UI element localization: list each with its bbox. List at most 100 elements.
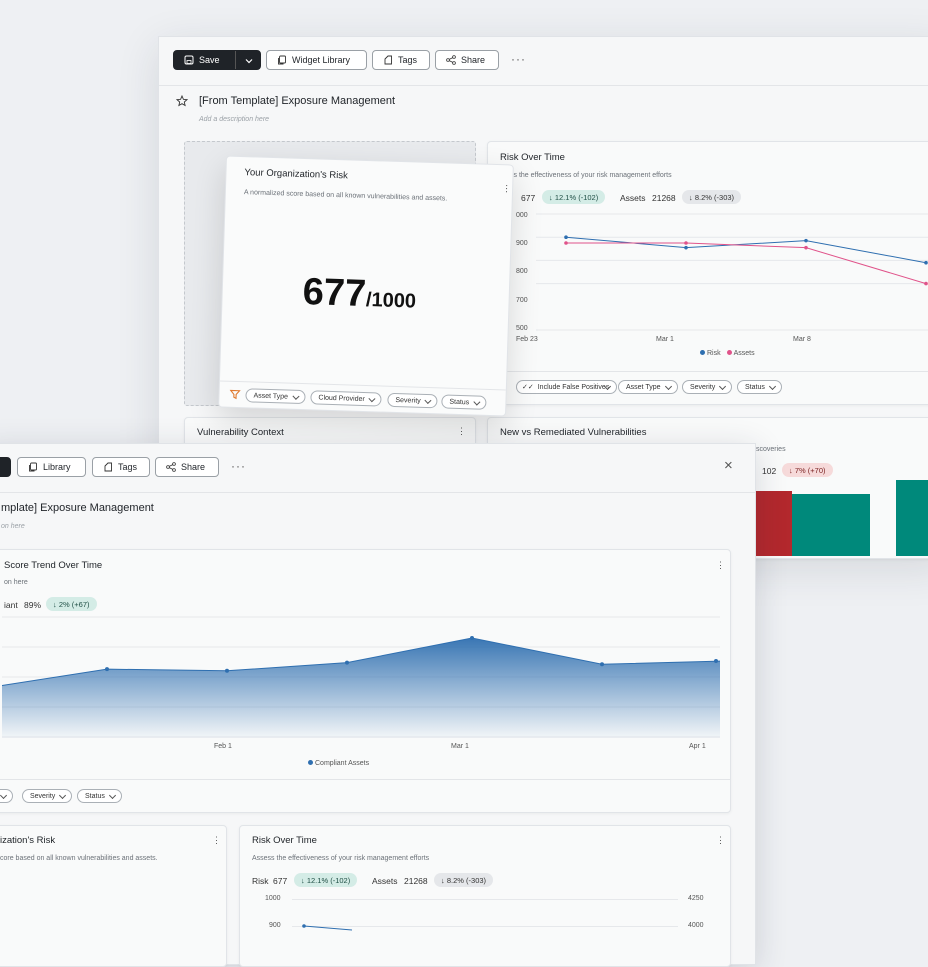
card-subtitle: core based on all known vulnerabilities … (0, 855, 158, 862)
dashboard-title[interactable]: mplate] Exposure Management (1, 502, 154, 514)
y-tick: 4250 (688, 895, 704, 902)
card-title: New vs Remediated Vulnerabilities (500, 427, 647, 438)
library-icon (278, 55, 286, 65)
area-fill (2, 638, 720, 738)
card-subtitle: ss the effectiveness of your risk manage… (510, 172, 672, 179)
share-button[interactable]: Share (435, 50, 499, 70)
y-tick: 500 (516, 325, 528, 332)
tag-icon (384, 55, 392, 65)
risk-value: 677 (521, 193, 536, 203)
risk-change-badge: ↓ 12.1% (-102) (542, 190, 606, 204)
save-dropdown-button[interactable] (0, 457, 11, 477)
more-options-icon[interactable]: ··· (511, 52, 526, 66)
divider (488, 371, 928, 372)
assets-change-text: 8.2% (-303) (694, 192, 735, 202)
data-point (804, 245, 808, 250)
front-toolbar: Library Tags Share ··· × (0, 444, 755, 493)
tags-button[interactable]: Tags (92, 457, 150, 477)
description-placeholder[interactable]: on here (1, 523, 25, 530)
library-label: Library (43, 462, 71, 472)
kebab-menu-icon[interactable]: ⋮ (212, 835, 221, 846)
card-subtitle: A normalized score based on all known vu… (243, 189, 448, 203)
more-options-icon[interactable]: ··· (231, 459, 246, 473)
y-tick: 1000 (265, 895, 281, 902)
y-tick: 800 (516, 268, 528, 275)
new-value: 102 (762, 466, 777, 476)
risk-change-text: 12.1% (-102) (554, 192, 599, 202)
data-point (564, 235, 568, 239)
severity-filter[interactable]: Severity (682, 380, 733, 394)
share-label: Share (181, 462, 206, 472)
share-button[interactable]: Share (155, 457, 219, 477)
risk-line-chart (536, 213, 928, 331)
asset-type-filter[interactable]: pe (0, 789, 13, 803)
kebab-menu-icon[interactable]: ⋮ (457, 426, 466, 437)
x-tick: Apr 1 (689, 743, 706, 750)
data-point (225, 668, 229, 673)
data-point (345, 660, 349, 665)
tags-label: Tags (398, 55, 418, 65)
split-divider (235, 51, 236, 69)
assets-change-text: 8.2% (-303) (446, 875, 487, 885)
data-point (600, 662, 604, 667)
y-tick: 900 (516, 240, 528, 247)
card-subtitle: on here (4, 579, 28, 586)
kebab-menu-icon[interactable]: ⋮ (716, 835, 725, 846)
widget-library-button[interactable]: Widget Library (266, 50, 367, 70)
risk-over-time-card: Risk Over Time ss the effectiveness of y… (487, 141, 928, 405)
dashboard-title[interactable]: [From Template] Exposure Management (199, 95, 395, 107)
severity-filter[interactable]: Severity (387, 392, 438, 409)
data-point (105, 667, 109, 672)
data-point (924, 260, 928, 265)
x-tick: Feb 1 (214, 743, 232, 750)
tags-button[interactable]: Tags (372, 50, 430, 70)
risk-score-value: 677 (302, 271, 367, 315)
tags-label: Tags (118, 462, 138, 472)
library-button[interactable]: Library (17, 457, 86, 477)
vulnerability-bar-chart (756, 480, 928, 556)
data-point (804, 238, 808, 243)
data-point (470, 636, 474, 640)
x-tick: Mar 8 (793, 336, 811, 343)
chevron-down-icon[interactable] (244, 56, 254, 66)
double-check-icon: ✓✓ (522, 384, 534, 391)
risk-change-badge: ↓ 12.1% (-102) (294, 873, 358, 887)
series-line-assets (566, 242, 927, 285)
assets-change-badge: ↓ 8.2% (-303) (434, 873, 494, 887)
kebab-menu-icon[interactable]: ⋮ (502, 183, 511, 194)
assets-label: Assets (372, 876, 398, 886)
card-subtitle: scoveries (756, 446, 786, 453)
risk-value: 677 (273, 876, 288, 886)
org-risk-card: ization's Risk ⋮ core based on all known… (0, 825, 227, 967)
include-false-positives-filter[interactable]: ✓✓ Include False Positives (516, 380, 618, 394)
status-filter[interactable]: Status (737, 380, 782, 394)
severity-filter[interactable]: Severity (22, 789, 73, 803)
status-filter[interactable]: Status (441, 394, 487, 410)
data-point (924, 281, 928, 286)
close-icon[interactable]: × (724, 457, 733, 474)
dragged-risk-card[interactable]: Your Organization's Risk ⋮ A normalized … (218, 155, 514, 417)
compliance-change-text: 2% (+67) (58, 599, 90, 609)
tag-icon (104, 462, 112, 472)
save-button[interactable]: Save (173, 50, 261, 70)
asset-type-filter[interactable]: Asset Type (245, 388, 306, 405)
data-point (564, 241, 568, 245)
share-icon (166, 462, 176, 472)
share-label: Share (461, 55, 486, 65)
data-point (684, 245, 688, 250)
chart-legend: Risk Assets (700, 350, 755, 357)
kebab-menu-icon[interactable]: ⋮ (716, 560, 725, 571)
x-tick: Feb 23 (516, 336, 538, 343)
compliance-label: iant (4, 600, 18, 610)
cloud-provider-filter[interactable]: Cloud Provider (310, 390, 382, 407)
data-point (714, 658, 718, 663)
star-icon[interactable] (176, 95, 188, 107)
asset-type-filter[interactable]: Asset Type (618, 380, 678, 394)
status-filter[interactable]: Status (77, 789, 122, 803)
description-placeholder[interactable]: Add a description here (199, 116, 269, 123)
new-change-text: 7% (+70) (794, 465, 826, 475)
gridline (292, 899, 678, 900)
save-label: Save (199, 55, 220, 65)
risk-label: Risk (252, 876, 269, 886)
filter-icon[interactable] (229, 389, 241, 400)
